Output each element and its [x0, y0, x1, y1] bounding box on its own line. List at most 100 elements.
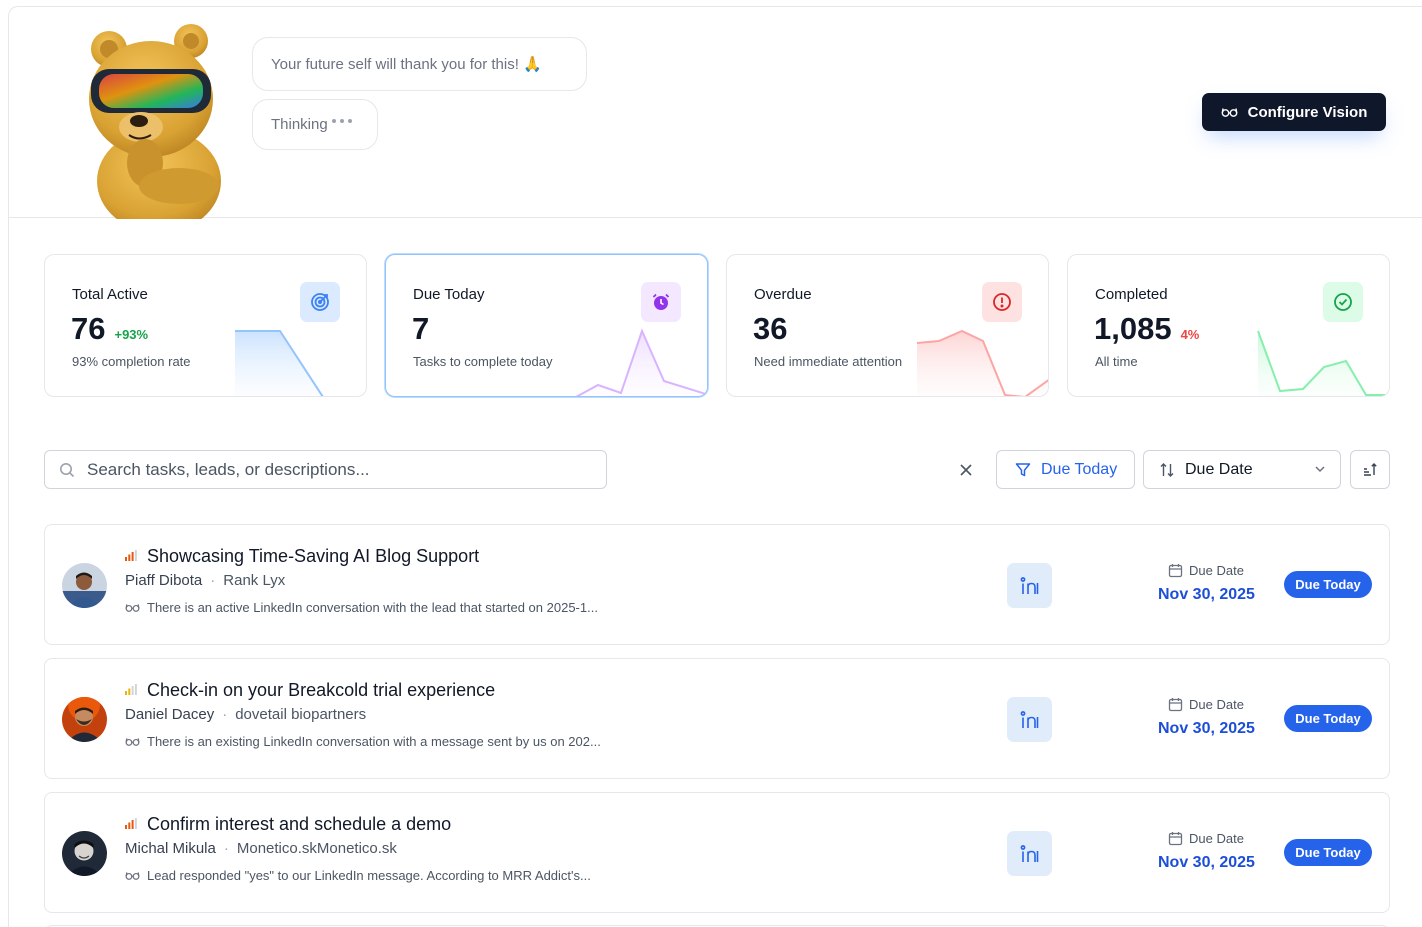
sort-label: Due Date	[1185, 460, 1253, 478]
status-badge: Due Today	[1284, 571, 1372, 598]
separator-dot: ·	[223, 840, 229, 857]
stat-label: Overdue	[754, 286, 812, 303]
glasses-icon	[125, 604, 140, 612]
bear-mascot-image	[89, 24, 221, 219]
stat-value-number: 36	[753, 311, 788, 346]
task-lead: Piaff Dibota · Rank Lyx	[125, 572, 285, 589]
stat-label: Total Active	[72, 286, 148, 303]
stat-subtitle: All time	[1095, 354, 1138, 369]
close-icon	[960, 464, 972, 476]
header: Your future self will thank you for this…	[9, 7, 1422, 219]
task-card[interactable]: Check-in on your Breakcold trial experie…	[44, 658, 1390, 779]
priority-high-icon	[125, 818, 137, 829]
sort-order-button[interactable]	[1350, 450, 1390, 489]
stat-card-total-active[interactable]: Total Active 76 +93% 93% completion rate	[44, 254, 367, 397]
assistant-message-bubble: Your future self will thank you for this…	[252, 37, 587, 91]
due-label-text: Due Date	[1189, 563, 1244, 578]
stat-value-number: 1,085	[1094, 311, 1172, 346]
check-circle-icon	[1323, 282, 1363, 322]
stat-card-overdue[interactable]: Overdue 36 Need immediate attention	[726, 254, 1049, 397]
due-today-filter-button[interactable]: Due Today	[996, 450, 1135, 489]
avatar	[62, 697, 107, 742]
stat-subtitle: Tasks to complete today	[413, 354, 553, 369]
sort-by-select[interactable]: Due Date	[1143, 450, 1341, 489]
task-card[interactable]: Showcasing Time-Saving AI Blog Support P…	[44, 524, 1390, 645]
thinking-bubble: Thinking	[252, 99, 378, 150]
stat-card-due-today[interactable]: Due Today 7 Tasks to complete today	[385, 254, 708, 397]
due-label-text: Due Date	[1189, 697, 1244, 712]
stat-subtitle: Need immediate attention	[754, 354, 903, 369]
sort-descending-icon	[1364, 462, 1377, 476]
stat-value-number: 7	[412, 311, 430, 346]
lead-name[interactable]: Daniel Dacey	[125, 706, 214, 723]
chevron-down-icon	[1315, 466, 1325, 473]
task-lead: Daniel Dacey · dovetail biopartners	[125, 706, 366, 723]
stat-card-completed[interactable]: Completed 1,085 4% All time	[1067, 254, 1390, 397]
task-description: Lead responded "yes" to our LinkedIn mes…	[125, 868, 591, 883]
stat-value: 36	[753, 311, 787, 347]
status-badge: Due Today	[1284, 705, 1372, 732]
priority-medium-icon	[125, 684, 137, 695]
glasses-icon	[125, 872, 140, 880]
avatar	[62, 831, 107, 876]
calendar-icon	[1168, 564, 1183, 578]
task-title[interactable]: Confirm interest and schedule a demo	[147, 814, 451, 835]
due-today-sparkline	[575, 328, 707, 396]
lead-name[interactable]: Michal Mikula	[125, 840, 216, 857]
due-date-value: Nov 30, 2025	[1158, 720, 1255, 737]
thinking-text: Thinking	[271, 116, 328, 133]
task-title[interactable]: Check-in on your Breakcold trial experie…	[147, 680, 495, 701]
configure-vision-button[interactable]: Configure Vision	[1202, 93, 1386, 131]
calendar-icon	[1168, 698, 1183, 712]
target-icon	[300, 282, 340, 322]
configure-vision-label: Configure Vision	[1247, 103, 1368, 121]
lead-company: Rank Lyx	[223, 572, 286, 589]
task-description: There is an active LinkedIn conversation…	[125, 600, 598, 615]
stat-value: 76 +93%	[71, 311, 148, 347]
alert-circle-icon	[982, 282, 1022, 322]
lead-name[interactable]: Piaff Dibota	[125, 572, 202, 589]
clear-filters-button[interactable]	[955, 459, 977, 481]
linkedin-icon[interactable]	[1007, 563, 1052, 608]
due-date-label: Due Date	[1168, 831, 1244, 846]
description-text: There is an existing LinkedIn conversati…	[147, 734, 601, 749]
search-bar[interactable]	[44, 450, 607, 489]
description-text: Lead responded "yes" to our LinkedIn mes…	[147, 868, 591, 883]
separator-dot: ·	[210, 572, 216, 589]
search-icon	[60, 462, 75, 477]
sort-arrows-icon	[1160, 462, 1174, 477]
stat-label: Due Today	[413, 286, 485, 303]
due-label-text: Due Date	[1189, 831, 1244, 846]
lead-company: dovetail biopartners	[235, 706, 367, 723]
stat-value: 1,085 4%	[1094, 311, 1199, 347]
task-description: There is an existing LinkedIn conversati…	[125, 734, 601, 749]
due-date-value: Nov 30, 2025	[1158, 854, 1255, 871]
assistant-message-text: Your future self will thank you for this…	[271, 56, 542, 73]
task-title[interactable]: Showcasing Time-Saving AI Blog Support	[147, 546, 479, 567]
stat-label: Completed	[1095, 286, 1168, 303]
calendar-icon	[1168, 832, 1183, 846]
task-card[interactable]: Confirm interest and schedule a demo Mic…	[44, 792, 1390, 913]
stat-delta: +93%	[114, 327, 149, 342]
due-date-label: Due Date	[1168, 563, 1244, 578]
due-date-value: Nov 30, 2025	[1158, 586, 1255, 603]
alarm-clock-icon	[641, 282, 681, 322]
search-input[interactable]	[87, 459, 587, 480]
avatar	[62, 563, 107, 608]
stat-subtitle: 93% completion rate	[72, 354, 191, 369]
linkedin-icon[interactable]	[1007, 831, 1052, 876]
filter-label: Due Today	[1041, 460, 1118, 478]
description-text: There is an active LinkedIn conversation…	[147, 600, 598, 615]
task-lead: Michal Mikula · Monetico.skMonetico.sk	[125, 840, 397, 857]
stat-value: 7	[412, 311, 429, 347]
separator-dot: ·	[222, 706, 228, 723]
glasses-icon	[125, 738, 140, 746]
typing-dots-icon	[331, 118, 352, 123]
priority-high-icon	[125, 550, 137, 561]
linkedin-icon[interactable]	[1007, 697, 1052, 742]
stat-value-number: 76	[71, 311, 106, 346]
filter-icon	[1015, 462, 1031, 476]
lead-company: Monetico.skMonetico.sk	[236, 840, 397, 857]
due-date-label: Due Date	[1168, 697, 1244, 712]
glasses-icon	[1221, 108, 1238, 117]
